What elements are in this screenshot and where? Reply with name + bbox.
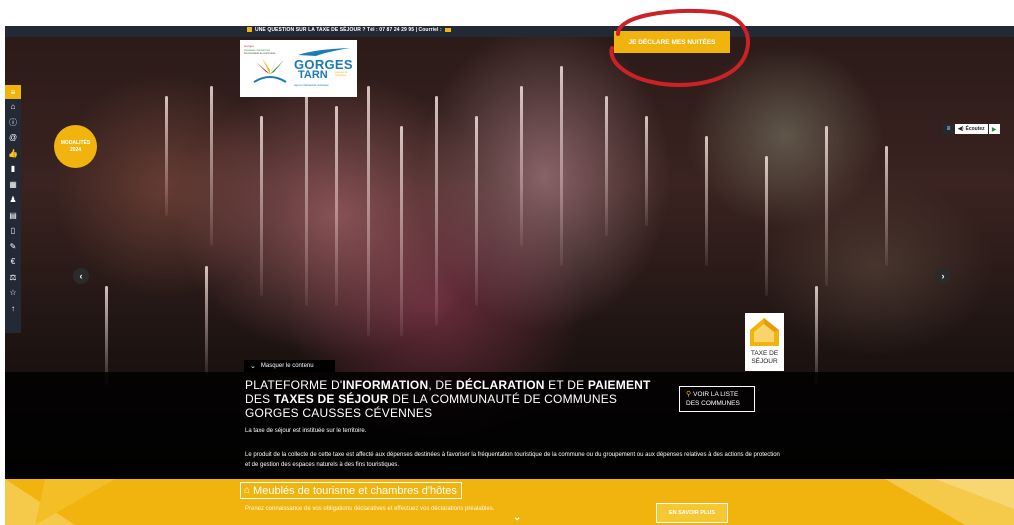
- title-part: PLATEFORME D': [245, 378, 343, 392]
- file-icon[interactable]: ▯: [5, 223, 21, 239]
- logo-left-line3: Communauté de communes: [244, 52, 276, 55]
- calculator-icon[interactable]: ▤: [5, 208, 21, 224]
- listen-button[interactable]: ◀) Écoutez: [955, 124, 988, 134]
- page-title: PLATEFORME D'INFORMATION, DE DÉCLARATION…: [245, 378, 665, 420]
- title-bold: INFORMATION: [342, 378, 429, 392]
- title-bold: DÉCLARATION: [456, 378, 545, 392]
- logo-gorges-tarn: GORGES TARN Causses & Cévennes Agence d'…: [294, 47, 354, 93]
- meubles-title-text: Meublés de tourisme et chambres d'hôtes: [253, 484, 457, 497]
- left-sidebar: ≡ ⌂ ⓘ @ 👍 ▮ ▦ ♟ ▤ ▯ ✎ € ⚖ ☆ ↑: [5, 85, 21, 333]
- taxe-line1: TAXE DE: [750, 350, 779, 357]
- topbar-contact: UNE QUESTION SUR LA TAXE DE SÉJOUR ? Tél…: [247, 27, 451, 33]
- info-icon[interactable]: ⓘ: [5, 115, 21, 131]
- title-part: , DE: [428, 378, 456, 392]
- band-decoration: [5, 479, 1014, 525]
- home-icon[interactable]: ⌂: [5, 99, 21, 115]
- badge-line2: 2024: [69, 146, 82, 153]
- view-communes-button[interactable]: ⚲ VOIR LA LISTE DES COMMUNES: [679, 386, 755, 412]
- speaker-icon: ◀): [958, 126, 964, 132]
- carousel-prev-button[interactable]: ‹: [73, 268, 89, 284]
- title-part: DES: [245, 392, 274, 406]
- description-paragraph: Le produit de la collecte de cette taxe …: [245, 452, 780, 468]
- house-logo-icon: [750, 318, 779, 346]
- red-annotation-circle: [609, 8, 750, 87]
- site-logo[interactable]: Gorges Causses Cévennes Communauté de co…: [240, 40, 357, 97]
- taxe-sejour-label: TAXE DE SÉJOUR: [745, 350, 784, 366]
- title-bold: TAXES DE SÉJOUR: [273, 392, 389, 406]
- carousel-next-button[interactable]: ›: [935, 268, 951, 284]
- scale-icon[interactable]: ⚖: [5, 270, 21, 286]
- taxe-line2: SÉJOUR: [751, 358, 778, 365]
- euro-icon[interactable]: €: [5, 254, 21, 270]
- logo-ccgc: Gorges Causses Cévennes Communauté de co…: [244, 44, 294, 92]
- chevron-down-icon[interactable]: ⌄: [513, 512, 521, 523]
- logo-brand-foot: Agence d'attractivité touristique: [294, 84, 329, 87]
- thumbs-up-icon[interactable]: 👍: [5, 146, 21, 162]
- search-icon: ⚲: [686, 391, 692, 398]
- taxe-sejour-logo: TAXE DE SÉJOUR: [745, 313, 784, 371]
- topbar-contact-text: UNE QUESTION SUR LA TAXE DE SÉJOUR ? Tél…: [255, 27, 442, 33]
- modalites-badge[interactable]: MODALITÉS 2024: [54, 125, 97, 168]
- bird-logo-icon: [298, 48, 350, 56]
- listen-label: Écoutez: [965, 126, 985, 132]
- mail-icon[interactable]: [444, 28, 451, 32]
- logo-brand-bottom: TARN: [298, 69, 328, 81]
- flower-logo-icon: [253, 56, 287, 83]
- chevron-left-icon: ‹: [79, 271, 83, 281]
- pencil-icon[interactable]: ✎: [5, 239, 21, 255]
- calendar-icon[interactable]: ▦: [5, 177, 21, 193]
- top-info-bar: UNE QUESTION SUR LA TAXE DE SÉJOUR ? Tél…: [5, 26, 1014, 37]
- listen-toolbar: ≡ ◀) Écoutez ▶: [943, 124, 1000, 134]
- learn-more-button[interactable]: EN SAVOIR PLUS: [656, 503, 728, 523]
- info-square-icon: [247, 27, 252, 32]
- badge-line1: MODALITÉS: [60, 139, 91, 146]
- hide-content-label: Masquer le contenu: [260, 363, 314, 369]
- view-communes-line2: DES COMMUNES: [686, 400, 740, 407]
- user-icon[interactable]: ♟: [5, 192, 21, 208]
- document-icon[interactable]: ▮: [5, 161, 21, 177]
- chevron-right-icon: ›: [941, 271, 945, 281]
- intro-paragraph: La taxe de séjour est instituée sur le t…: [245, 428, 367, 434]
- title-part: ET DE: [544, 378, 588, 392]
- meubles-description: Prenez connaissance de vos obligations d…: [245, 506, 495, 512]
- listen-menu-icon[interactable]: ≡: [943, 124, 954, 134]
- home-icon: ⌂: [244, 485, 251, 496]
- view-communes-line1: VOIR LA LISTE: [693, 391, 739, 398]
- play-icon[interactable]: ▶: [988, 124, 1000, 134]
- arrow-up-icon[interactable]: ↑: [5, 301, 21, 317]
- star-icon[interactable]: ☆: [5, 285, 21, 301]
- title-bold: PAIEMENT: [587, 378, 651, 392]
- meubles-title[interactable]: ⌂ Meublés de tourisme et chambres d'hôte…: [240, 482, 462, 499]
- chevron-down-icon: ⌄: [250, 363, 256, 370]
- menu-icon[interactable]: ≡: [5, 85, 21, 99]
- meubles-band: [5, 479, 1014, 525]
- hide-content-toggle[interactable]: ⌄ Masquer le contenu: [244, 360, 335, 372]
- logo-brand-small: Causses & Cévennes: [335, 71, 348, 77]
- at-icon[interactable]: @: [5, 130, 21, 146]
